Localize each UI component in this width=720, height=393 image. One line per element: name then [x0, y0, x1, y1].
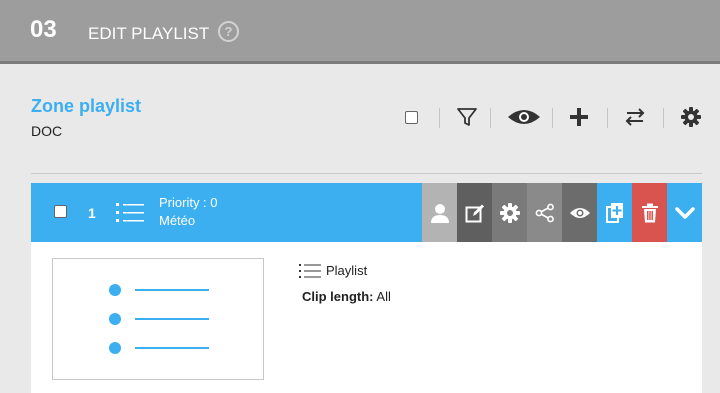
page-title: EDIT PLAYLIST	[88, 24, 210, 43]
toolbar-separator	[439, 108, 440, 128]
preview-button[interactable]	[562, 183, 597, 242]
eye-icon	[569, 207, 590, 218]
toolbar-separator	[663, 108, 664, 128]
delete-button[interactable]	[632, 183, 667, 242]
chevron-down-icon	[674, 206, 695, 219]
zone-subtitle: DOC	[31, 123, 63, 139]
question-circle-icon[interactable]: ?	[218, 21, 239, 42]
playlist-thumbnail	[52, 258, 264, 380]
row-checkbox[interactable]	[54, 205, 67, 218]
gear-icon	[499, 202, 520, 223]
select-all-checkbox[interactable]	[405, 111, 418, 124]
zone-title: Zone playlist	[31, 96, 142, 116]
filter-icon[interactable]	[456, 106, 478, 128]
copy-button[interactable]	[597, 183, 632, 242]
swap-icon[interactable]	[624, 107, 646, 127]
toolbar-separator	[607, 108, 608, 128]
user-button[interactable]	[422, 183, 457, 242]
row-priority: Priority : 0	[159, 195, 218, 210]
plus-icon[interactable]	[569, 107, 589, 127]
gear-icon[interactable]	[681, 107, 701, 127]
step-number: 03	[30, 16, 57, 43]
copy-icon	[605, 202, 623, 223]
share-button[interactable]	[527, 183, 562, 242]
toolbar-separator	[552, 108, 553, 128]
playlist-type-label: Playlist	[326, 263, 368, 278]
edit-icon	[465, 204, 484, 222]
toolbar-separator	[490, 108, 491, 128]
row-number: 1	[88, 205, 96, 221]
clip-length: Clip length: All	[302, 289, 391, 304]
row-name: Météo	[159, 213, 196, 228]
share-icon	[535, 203, 554, 222]
trash-icon	[641, 203, 658, 222]
clip-length-label: Clip length:	[302, 289, 374, 304]
edit-button[interactable]	[457, 183, 492, 242]
list-icon	[116, 203, 144, 222]
playlist-type: Playlist	[298, 263, 367, 279]
playlist-preview-icon	[109, 284, 209, 354]
divider	[31, 173, 702, 174]
list-icon	[299, 264, 321, 278]
playlist-row[interactable]: 1 Priority : 0 Météo	[31, 183, 702, 242]
eye-icon[interactable]	[507, 107, 541, 127]
clip-length-value: All	[376, 289, 391, 304]
settings-button[interactable]	[492, 183, 527, 242]
page-header: 03 EDIT PLAYLIST ?	[0, 0, 720, 64]
user-icon	[430, 203, 449, 223]
expand-button[interactable]	[667, 183, 702, 242]
